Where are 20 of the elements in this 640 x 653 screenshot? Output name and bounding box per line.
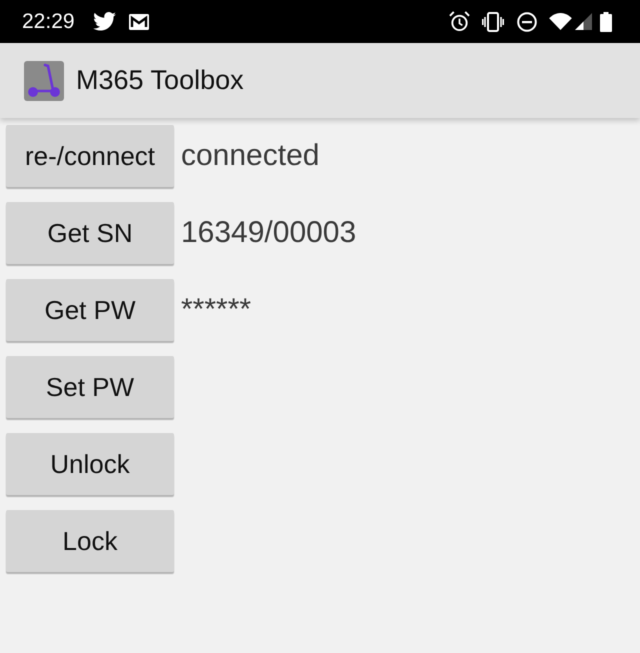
- bird-icon: [92, 12, 116, 31]
- action-button[interactable]: Unlock: [6, 433, 174, 495]
- action-button[interactable]: Set PW: [6, 356, 174, 418]
- battery-icon: [600, 12, 612, 32]
- scooter-icon: [24, 60, 64, 100]
- action-button[interactable]: Get PW: [6, 279, 174, 341]
- result-text: ******: [181, 293, 252, 327]
- app-title: M365 Toolbox: [76, 65, 244, 96]
- do-not-disturb-icon: [517, 12, 537, 32]
- result-text: 16349/00003: [181, 216, 356, 250]
- alarm-clock-icon: [449, 11, 470, 32]
- vibrate-icon: [482, 12, 504, 32]
- mail-icon: [128, 14, 149, 30]
- result-text: connected: [181, 139, 320, 173]
- action-button[interactable]: Get SN: [6, 202, 174, 264]
- wifi-icon: [549, 13, 572, 30]
- action-button[interactable]: re-/connect: [6, 125, 174, 187]
- action-button[interactable]: Lock: [6, 510, 174, 572]
- status-time: 22:29: [22, 10, 75, 34]
- signal-icon: [575, 13, 592, 30]
